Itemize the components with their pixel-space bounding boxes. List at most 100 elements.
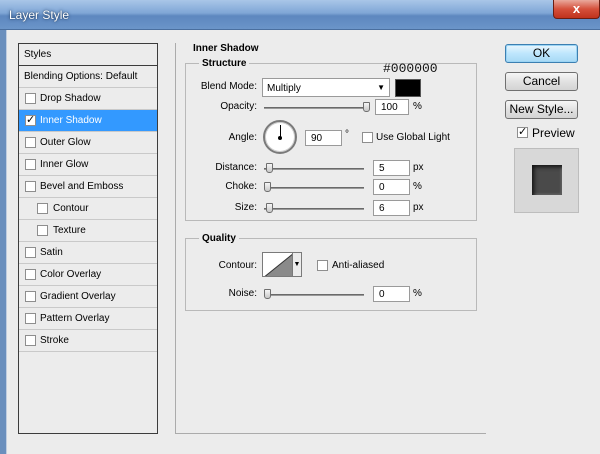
style-item-texture[interactable]: Texture xyxy=(19,220,157,242)
title-bar: Layer Style x xyxy=(0,0,600,30)
window-title: Layer Style xyxy=(9,8,70,22)
noise-slider-track[interactable] xyxy=(264,294,364,296)
distance-slider-thumb[interactable] xyxy=(265,163,273,173)
style-item-label: Texture xyxy=(53,225,86,236)
checkbox-icon[interactable] xyxy=(25,113,36,126)
contour-dropdown[interactable]: ▼ xyxy=(293,252,302,277)
opacity-slider-track[interactable] xyxy=(264,107,370,109)
style-preview xyxy=(514,148,579,213)
style-item-satin[interactable]: Satin xyxy=(19,242,157,264)
checkbox-icon[interactable] xyxy=(25,137,36,148)
blending-options-item[interactable]: Blending Options: Default xyxy=(19,66,157,88)
distance-input[interactable]: 5 xyxy=(373,160,410,176)
blend-mode-value: Multiply xyxy=(267,83,301,94)
blending-options-label: Blending Options: Default xyxy=(24,71,138,82)
angle-unit: ° xyxy=(345,129,349,140)
styles-header-label: Styles xyxy=(24,49,52,60)
checkbox-icon[interactable] xyxy=(25,269,36,280)
cancel-button[interactable]: Cancel xyxy=(505,72,578,91)
checkbox-icon[interactable] xyxy=(37,225,48,236)
chevron-down-icon: ▼ xyxy=(293,261,301,268)
anti-aliased-label: Anti-aliased xyxy=(332,260,385,271)
quality-group xyxy=(185,238,477,311)
style-item-label: Stroke xyxy=(40,335,69,346)
use-global-light-checkbox[interactable] xyxy=(362,132,373,143)
checkbox-icon[interactable] xyxy=(25,93,36,104)
opacity-slider-thumb[interactable] xyxy=(363,102,370,112)
checkbox-icon[interactable] xyxy=(25,313,36,324)
style-item-label: Outer Glow xyxy=(40,137,91,148)
contour-label: Contour: xyxy=(218,260,257,271)
anti-aliased-checkbox[interactable] xyxy=(317,260,328,271)
use-global-light-label: Use Global Light xyxy=(376,132,450,143)
checkbox-icon[interactable] xyxy=(25,291,36,302)
shadow-color-swatch[interactable] xyxy=(395,79,421,97)
size-input[interactable]: 6 xyxy=(373,200,410,216)
ok-button[interactable]: OK xyxy=(505,44,578,63)
blend-mode-select[interactable]: Multiply ▼ xyxy=(262,78,390,97)
style-item-label: Pattern Overlay xyxy=(40,313,110,324)
style-item-gradient-overlay[interactable]: Gradient Overlay xyxy=(19,286,157,308)
chevron-down-icon: ▼ xyxy=(377,83,385,92)
quality-title: Quality xyxy=(199,233,239,244)
choke-slider-thumb[interactable] xyxy=(264,182,271,192)
size-label: Size: xyxy=(234,202,257,213)
distance-label: Distance: xyxy=(215,162,257,173)
preview-label: Preview xyxy=(532,126,575,140)
style-item-label: Inner Shadow xyxy=(40,115,102,126)
new-style-button[interactable]: New Style... xyxy=(505,100,578,119)
choke-unit: % xyxy=(413,181,422,192)
style-item-contour[interactable]: Contour xyxy=(19,198,157,220)
noise-input[interactable]: 0 xyxy=(373,286,410,302)
styles-list: Styles Blending Options: Default Drop Sh… xyxy=(18,43,158,434)
noise-label: Noise: xyxy=(228,288,257,299)
opacity-unit: % xyxy=(413,101,422,112)
checkbox-icon[interactable] xyxy=(25,159,36,170)
structure-title: Structure xyxy=(199,58,250,69)
opacity-input[interactable]: 100 xyxy=(375,99,409,115)
close-icon: x xyxy=(572,1,581,16)
preview-checkbox[interactable] xyxy=(517,125,528,138)
size-slider-track[interactable] xyxy=(264,208,364,210)
style-item-label: Contour xyxy=(53,203,89,214)
opacity-label: Opacity: xyxy=(220,101,257,112)
size-slider-thumb[interactable] xyxy=(266,203,274,213)
noise-slider-thumb[interactable] xyxy=(264,289,271,299)
checkbox-icon[interactable] xyxy=(37,203,48,214)
style-item-inner-shadow[interactable]: Inner Shadow xyxy=(19,110,157,132)
angle-label: Angle: xyxy=(228,132,257,143)
styles-header[interactable]: Styles xyxy=(19,44,157,66)
contour-preview[interactable] xyxy=(262,252,293,277)
checkbox-icon[interactable] xyxy=(25,335,36,346)
style-item-outer-glow[interactable]: Outer Glow xyxy=(19,132,157,154)
style-item-label: Color Overlay xyxy=(40,269,102,280)
style-item-label: Inner Glow xyxy=(40,159,89,170)
style-item-stroke[interactable]: Stroke xyxy=(19,330,157,352)
choke-label: Choke: xyxy=(225,181,257,192)
style-item-label: Satin xyxy=(40,247,63,258)
style-item-color-overlay[interactable]: Color Overlay xyxy=(19,264,157,286)
style-item-bevel-and-emboss[interactable]: Bevel and Emboss xyxy=(19,176,157,198)
noise-unit: % xyxy=(413,288,422,299)
style-item-label: Gradient Overlay xyxy=(40,291,116,302)
choke-input[interactable]: 0 xyxy=(373,179,410,195)
choke-slider-track[interactable] xyxy=(264,187,364,189)
distance-slider-track[interactable] xyxy=(264,168,364,170)
distance-unit: px xyxy=(413,162,424,173)
close-button[interactable]: x xyxy=(553,0,600,19)
panel-title: Inner Shadow xyxy=(190,43,262,54)
angle-dial-center xyxy=(278,136,282,140)
style-item-pattern-overlay[interactable]: Pattern Overlay xyxy=(19,308,157,330)
style-item-drop-shadow[interactable]: Drop Shadow xyxy=(19,88,157,110)
shadow-color-hex: #000000 xyxy=(383,61,438,76)
checkbox-icon[interactable] xyxy=(25,181,36,192)
checkbox-icon[interactable] xyxy=(25,247,36,258)
blend-mode-label: Blend Mode: xyxy=(200,81,257,92)
angle-dial[interactable] xyxy=(263,120,297,154)
size-unit: px xyxy=(413,202,424,213)
style-item-label: Bevel and Emboss xyxy=(40,181,124,192)
style-item-inner-glow[interactable]: Inner Glow xyxy=(19,154,157,176)
style-preview-swatch xyxy=(532,165,562,195)
contour-curve-icon xyxy=(264,253,292,276)
angle-input[interactable]: 90 xyxy=(305,130,342,146)
